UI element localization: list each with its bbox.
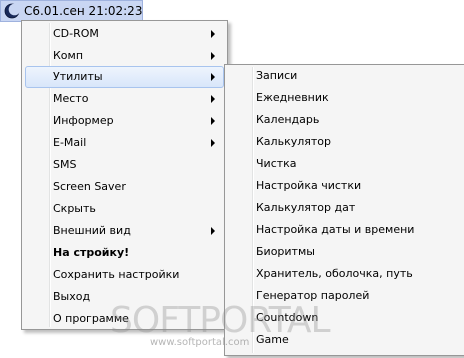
submenu-item-calculator[interactable]: Калькулятор: [228, 131, 461, 153]
menu-item-label: Внешний вид: [53, 224, 131, 237]
submenu-item-zapisi[interactable]: Записи: [228, 65, 461, 87]
submenu-item-label: Countdown: [256, 311, 319, 324]
menu-item-label: Информер: [53, 114, 114, 127]
menu-item-label: Выход: [53, 290, 91, 303]
submenu-arrow-icon: [211, 52, 215, 60]
submenu-item-label: Хранитель, оболочка, путь: [256, 267, 413, 280]
submenu-item-label: Настройка даты и времени: [256, 223, 415, 236]
submenu-item-label: Биоритмы: [256, 245, 315, 258]
submenu-item-biorhythms[interactable]: Биоритмы: [228, 241, 461, 263]
menu-item-label: Сохранить настройки: [53, 268, 180, 281]
menu-item-informer[interactable]: Информер: [25, 110, 224, 132]
submenu-arrow-icon: [211, 227, 215, 235]
submenu-arrow-icon: [211, 139, 215, 147]
submenu-item-label: Генератор паролей: [256, 289, 370, 302]
submenu-arrow-icon: [211, 73, 215, 81]
submenu-item-label: Чистка: [256, 157, 297, 170]
menu-item-utilities[interactable]: Утилиты: [25, 66, 224, 88]
submenu-item-label: Ежедневник: [256, 91, 329, 104]
submenu-item-label: Календарь: [256, 113, 320, 126]
submenu-item-label: Game: [256, 333, 289, 346]
menu-item-label: Утилиты: [53, 70, 103, 83]
submenu-item-game[interactable]: Game: [228, 329, 461, 351]
menu-item-exit[interactable]: Выход: [25, 286, 224, 308]
menu-item-label: E-Mail: [53, 136, 87, 149]
submenu-item-cleanup[interactable]: Чистка: [228, 153, 461, 175]
submenu-item-label: Калькулятор: [256, 135, 331, 148]
menu-item-sms[interactable]: SMS: [25, 154, 224, 176]
context-menu: CD-ROM Комп Утилиты Место Информер E-Mai…: [21, 20, 228, 330]
submenu-item-label: Настройка чистки: [256, 179, 362, 192]
utilities-submenu: Записи Ежедневник Календарь Калькулятор …: [224, 64, 464, 356]
submenu-arrow-icon: [211, 30, 215, 38]
menu-item-label: Screen Saver: [53, 180, 126, 193]
moon-icon: [4, 3, 21, 19]
menu-item-label: На стройку!: [53, 246, 130, 259]
submenu-item-screensaver-shell-path[interactable]: Хранитель, оболочка, путь: [228, 263, 461, 285]
submenu-arrow-icon: [211, 117, 215, 125]
menu-item-mesto[interactable]: Место: [25, 88, 224, 110]
clock-text: С6.01.сен 21:02:23: [24, 4, 143, 18]
menu-item-na-stroyku[interactable]: На стройку!: [25, 242, 224, 264]
submenu-item-password-generator[interactable]: Генератор паролей: [228, 285, 461, 307]
submenu-item-date-time-settings[interactable]: Настройка даты и времени: [228, 219, 461, 241]
menu-item-about[interactable]: О программе: [25, 308, 224, 330]
submenu-item-diary[interactable]: Ежедневник: [228, 87, 461, 109]
menu-item-label: Комп: [53, 49, 84, 62]
submenu-item-calendar[interactable]: Календарь: [228, 109, 461, 131]
menu-item-hide[interactable]: Скрыть: [25, 198, 224, 220]
submenu-item-date-calculator[interactable]: Калькулятор дат: [228, 197, 461, 219]
submenu-item-countdown[interactable]: Countdown: [228, 307, 461, 329]
menu-item-label: CD-ROM: [53, 27, 99, 40]
menu-item-screen-saver[interactable]: Screen Saver: [25, 176, 224, 198]
menu-item-cd-rom[interactable]: CD-ROM: [25, 23, 224, 45]
submenu-item-cleanup-settings[interactable]: Настройка чистки: [228, 175, 461, 197]
submenu-item-label: Калькулятор дат: [256, 201, 356, 214]
submenu-item-label: Записи: [256, 69, 298, 82]
menu-item-komp[interactable]: Комп: [25, 45, 224, 67]
menu-item-label: Скрыть: [53, 202, 96, 215]
menu-item-email[interactable]: E-Mail: [25, 132, 224, 154]
menu-item-label: Место: [53, 92, 89, 105]
submenu-arrow-icon: [211, 95, 215, 103]
tray-clock[interactable]: С6.01.сен 21:02:23: [0, 0, 143, 22]
menu-item-label: SMS: [53, 158, 77, 171]
menu-item-label: О программе: [53, 312, 129, 325]
menu-item-appearance[interactable]: Внешний вид: [25, 220, 224, 242]
menu-item-save-settings[interactable]: Сохранить настройки: [25, 264, 224, 286]
